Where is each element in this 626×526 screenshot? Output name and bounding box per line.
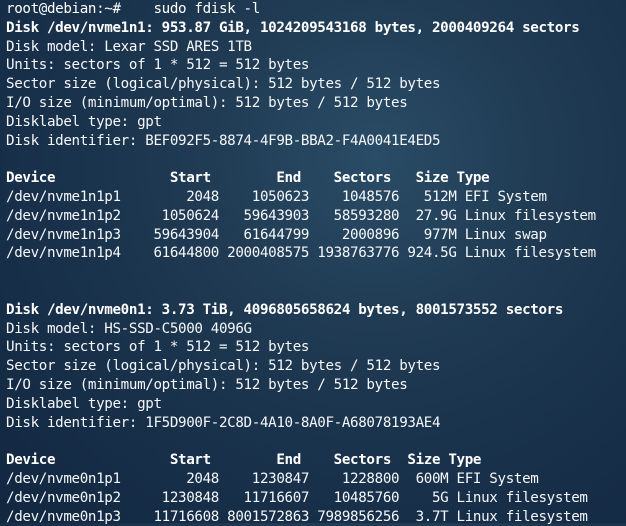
partition-row: /dev/nvme0n1p3 11716608 8001572863 79898… (6, 508, 588, 525)
partition-table-header: Device Start End Sectors Size Type (6, 170, 490, 187)
command-line: root@debian:~# sudo fdisk -l (6, 0, 626, 19)
partition-row: /dev/nvme1n1p3 59643904 61644799 2000896… (6, 226, 547, 243)
command-text: sudo fdisk -l (120, 1, 260, 17)
partition-row: /dev/nvme0n1p2 1230848 11716607 10485760… (6, 489, 588, 506)
disk-sector-size: Sector size (logical/physical): 512 byte… (6, 358, 441, 375)
partition-row: /dev/nvme1n1p2 1050624 59643903 58593280… (6, 207, 596, 224)
disk-model: Disk model: HS-SSD-C5000 4096G (6, 320, 252, 337)
disk-identifier: Disk identifier: 1F5D900F-2C8D-4A10-8A0F… (6, 414, 441, 431)
partition-row: /dev/nvme1n1p4 61644800 2000408575 19387… (6, 245, 596, 262)
partition-table-header: Device Start End Sectors Size Type (6, 452, 482, 469)
disk-header: Disk /dev/nvme1n1: 953.87 GiB, 102420954… (6, 19, 580, 36)
partition-row: /dev/nvme0n1p1 2048 1230847 1228800 600M… (6, 470, 539, 487)
disk-io-size: I/O size (minimum/optimal): 512 bytes / … (6, 94, 408, 111)
disk-label-type: Disklabel type: gpt (6, 113, 162, 130)
disk-io-size: I/O size (minimum/optimal): 512 bytes / … (6, 376, 408, 393)
terminal-window[interactable]: root@debian:~# sudo fdisk -l Disk /dev/n… (0, 0, 626, 525)
partition-row: /dev/nvme1n1p1 2048 1050623 1048576 512M… (6, 188, 547, 205)
disk-identifier: Disk identifier: BEF092F5-8874-4F9B-BBA2… (6, 132, 441, 149)
disk-sector-size: Sector size (logical/physical): 512 byte… (6, 76, 441, 93)
disk-model: Disk model: Lexar SSD ARES 1TB (6, 38, 252, 55)
disk-units: Units: sectors of 1 * 512 = 512 bytes (6, 339, 310, 356)
disk-header: Disk /dev/nvme0n1: 3.73 TiB, 40968056586… (6, 301, 564, 318)
shell-prompt: root@debian:~# (6, 1, 121, 17)
disk-units: Units: sectors of 1 * 512 = 512 bytes (6, 57, 310, 74)
disk-label-type: Disklabel type: gpt (6, 395, 162, 412)
